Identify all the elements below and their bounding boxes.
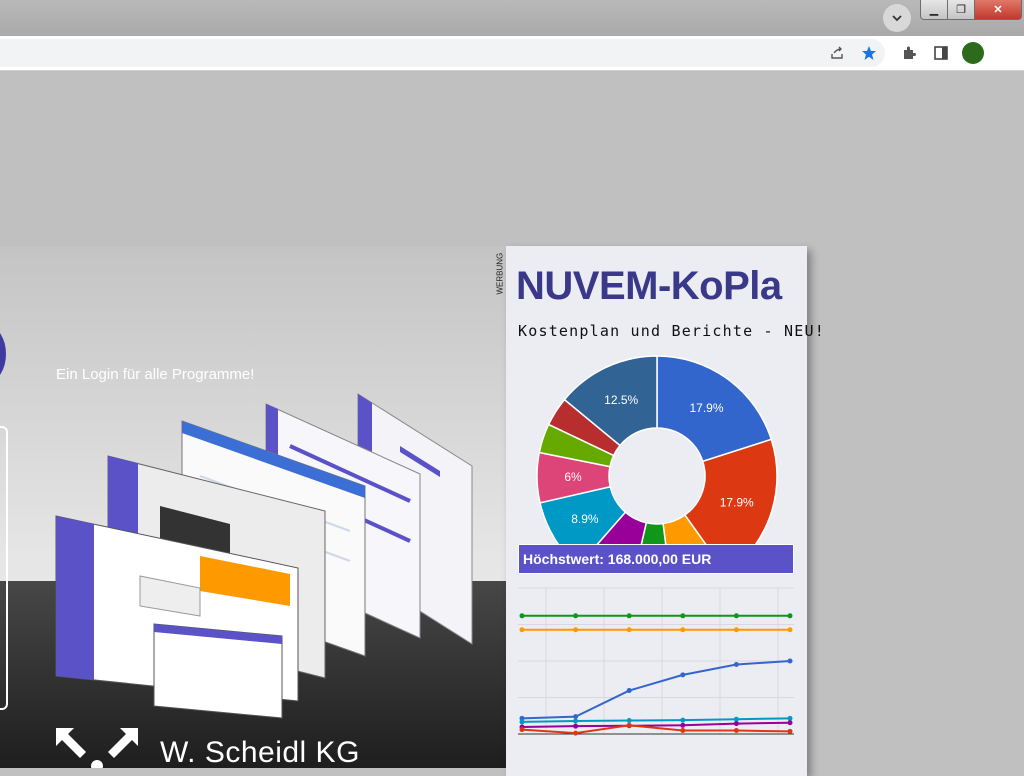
series-line: [521, 660, 791, 720]
ad-title: NUVEM-KoPla: [516, 264, 782, 308]
series-point: [519, 613, 525, 619]
series-point: [626, 718, 632, 724]
series-point: [573, 723, 579, 729]
browser-tab-strip: ▁ ❐ ✕: [0, 0, 1024, 36]
side-panel-icon[interactable]: [932, 44, 950, 62]
advertisement-panel[interactable]: NUVEM-KoPla Kostenplan und Berichte - NE…: [506, 246, 824, 776]
series-line: [521, 721, 791, 729]
tab-search-button[interactable]: [883, 4, 911, 32]
series-point: [573, 730, 579, 736]
window-minimize-button[interactable]: ▁: [920, 0, 948, 20]
browser-toolbar: [0, 36, 1024, 71]
donut-slice-label: 17.9%: [690, 401, 724, 415]
profile-avatar[interactable]: [962, 42, 984, 64]
program-screens-illustration: [55, 393, 473, 719]
series-point: [680, 722, 686, 728]
max-value-bar: Höchstwert: 168.000,00 EUR: [518, 544, 794, 574]
series-point: [626, 688, 632, 694]
series-point: [733, 721, 739, 727]
series-point: [787, 720, 793, 726]
series-point: [680, 672, 686, 678]
series-point: [787, 658, 793, 664]
screen-window-front: [153, 623, 283, 719]
hero-banner: Ein Login für alle Programme! W. Scheidl…: [0, 246, 506, 768]
series-point: [733, 613, 739, 619]
series-point: [680, 627, 686, 633]
web-page: Ein Login für alle Programme! W. Scheidl…: [0, 71, 1024, 776]
series-point: [733, 661, 739, 667]
series-point: [680, 728, 686, 734]
series-point: [680, 717, 686, 723]
series-point: [573, 613, 579, 619]
series-point: [573, 627, 579, 633]
series-point: [573, 714, 579, 720]
company-name: W. Scheidl KG: [160, 736, 360, 768]
company-logo-arrows-icon: [56, 728, 138, 768]
series-point: [787, 728, 793, 734]
donut-chart: 17.9% 17.9% 8.9% 6% 12.5%: [536, 355, 778, 544]
series-point: [787, 613, 793, 619]
series-point: [787, 715, 793, 721]
ad-subtitle: Kostenplan und Berichte - NEU!: [518, 322, 825, 340]
donut-slice-label: 6%: [564, 470, 582, 484]
bookmark-star-icon[interactable]: [860, 44, 878, 62]
window-close-button[interactable]: ✕: [974, 0, 1022, 20]
series-point: [733, 627, 739, 633]
line-chart: [518, 587, 794, 736]
extensions-icon[interactable]: [900, 44, 918, 62]
address-bar[interactable]: [0, 39, 885, 67]
series-point: [519, 627, 525, 633]
series-point: [519, 727, 525, 733]
window-maximize-button[interactable]: ❐: [947, 0, 975, 20]
share-icon[interactable]: [828, 44, 846, 62]
series-point: [626, 722, 632, 728]
donut-slice-label: 12.5%: [604, 393, 638, 407]
donut-slice-label: 17.9%: [720, 495, 754, 509]
series-point: [626, 613, 632, 619]
series-point: [680, 613, 686, 619]
donut-slice-label: 8.9%: [571, 512, 599, 526]
series-point: [787, 627, 793, 633]
series-point: [733, 716, 739, 722]
ad-label: WERBUNG: [495, 252, 505, 295]
series-point: [573, 718, 579, 724]
series-point: [519, 719, 525, 725]
series-line: [521, 717, 791, 723]
donut-slice: [683, 438, 778, 544]
chevron-down-icon: [892, 15, 902, 22]
series-point: [733, 728, 739, 734]
series-point: [626, 627, 632, 633]
